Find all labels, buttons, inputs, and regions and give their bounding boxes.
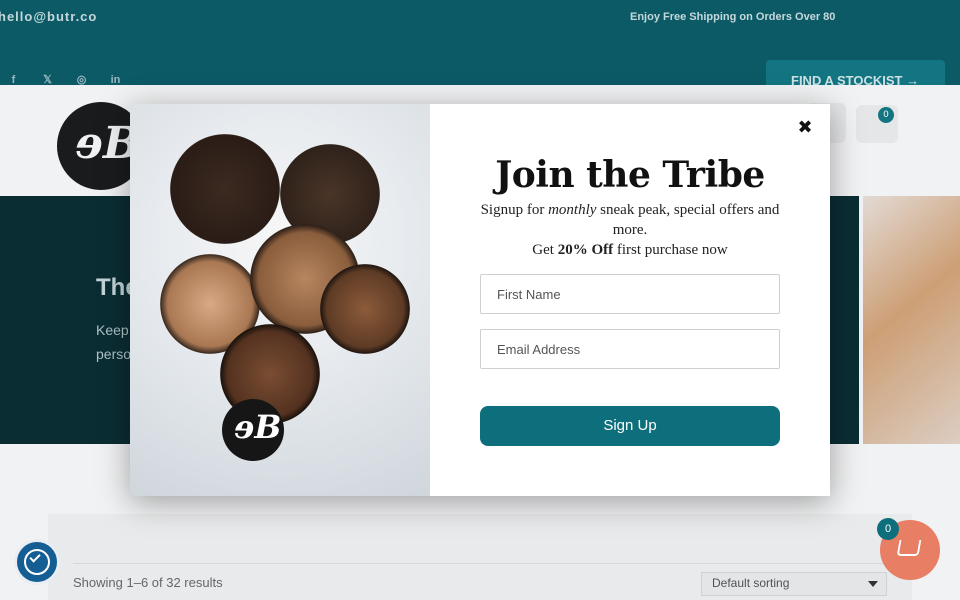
subtitle-text: Get [532,242,558,258]
subtitle-text: sneak peak, special offers and more. [596,202,780,238]
modal-brand-logo: ɘB [222,399,284,461]
photo-person [170,134,280,244]
sign-up-button[interactable]: Sign Up [480,406,780,446]
discount-text: 20% Off [557,242,614,258]
close-icon[interactable]: ✖ [796,119,814,137]
email-field[interactable] [480,329,780,369]
cart-icon [896,540,922,556]
subtitle-text: Signup for [480,202,549,218]
subtitle-text: first purchase now [613,242,728,258]
modal-brand-logo-mark: ɘB [234,408,282,446]
modal-subtitle: Signup for monthly sneak peak, special o… [480,200,780,260]
photo-person [320,264,410,354]
floating-cart-count: 0 [877,518,899,540]
modal-title: Join the Tribe [495,154,765,196]
modal-image: ɘB [130,104,430,496]
first-name-field[interactable] [480,274,780,314]
accessibility-icon[interactable] [14,539,60,585]
subtitle-emphasis: monthly [548,202,597,218]
newsletter-modal: ɘB ✖ Join the Tribe Signup for monthly s… [130,104,830,496]
